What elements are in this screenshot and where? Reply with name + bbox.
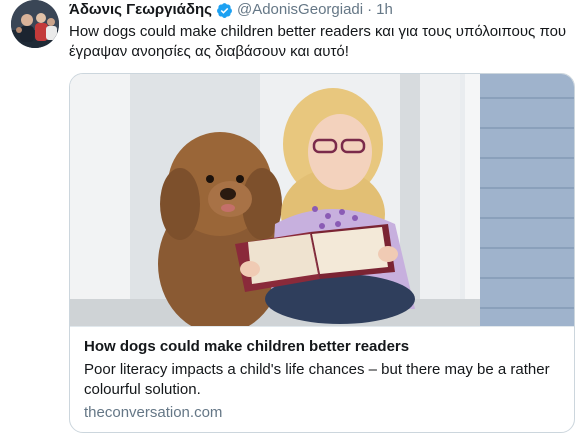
card-image[interactable] xyxy=(70,74,574,326)
avatar-photo xyxy=(11,0,59,48)
link-preview-card[interactable]: How dogs could make children better read… xyxy=(69,73,575,433)
card-body[interactable]: How dogs could make children better read… xyxy=(70,326,574,432)
display-name[interactable]: Άδωνις Γεωργιάδης xyxy=(69,0,212,20)
card-description: Poor literacy impacts a child's life cha… xyxy=(84,360,561,400)
tweet-text-line: How dogs could make children better read… xyxy=(69,23,567,40)
separator-dot: · xyxy=(367,1,373,18)
user-handle[interactable]: @AdonisGeorgiadi xyxy=(237,0,363,20)
tweet-header: Άδωνις Γεωργιάδης @AdonisGeorgiadi · 1h xyxy=(69,0,393,20)
card-description-line: colourful solution. xyxy=(84,381,201,398)
tweet-timestamp[interactable]: 1h xyxy=(376,0,393,20)
tweet-text-line: έγραψαν ανοησίες ας διαβάσουν και αυτό! xyxy=(69,43,349,60)
photo-girl-reading-with-dog-icon xyxy=(70,74,574,326)
card-title: How dogs could make children better read… xyxy=(84,338,410,355)
avatar[interactable] xyxy=(11,0,59,48)
verified-badge-icon xyxy=(216,2,233,19)
card-domain: theconversation.com xyxy=(84,404,223,421)
card-description-line: Poor literacy impacts a child's life cha… xyxy=(84,361,550,378)
tweet-text: How dogs could make children better read… xyxy=(69,22,574,62)
